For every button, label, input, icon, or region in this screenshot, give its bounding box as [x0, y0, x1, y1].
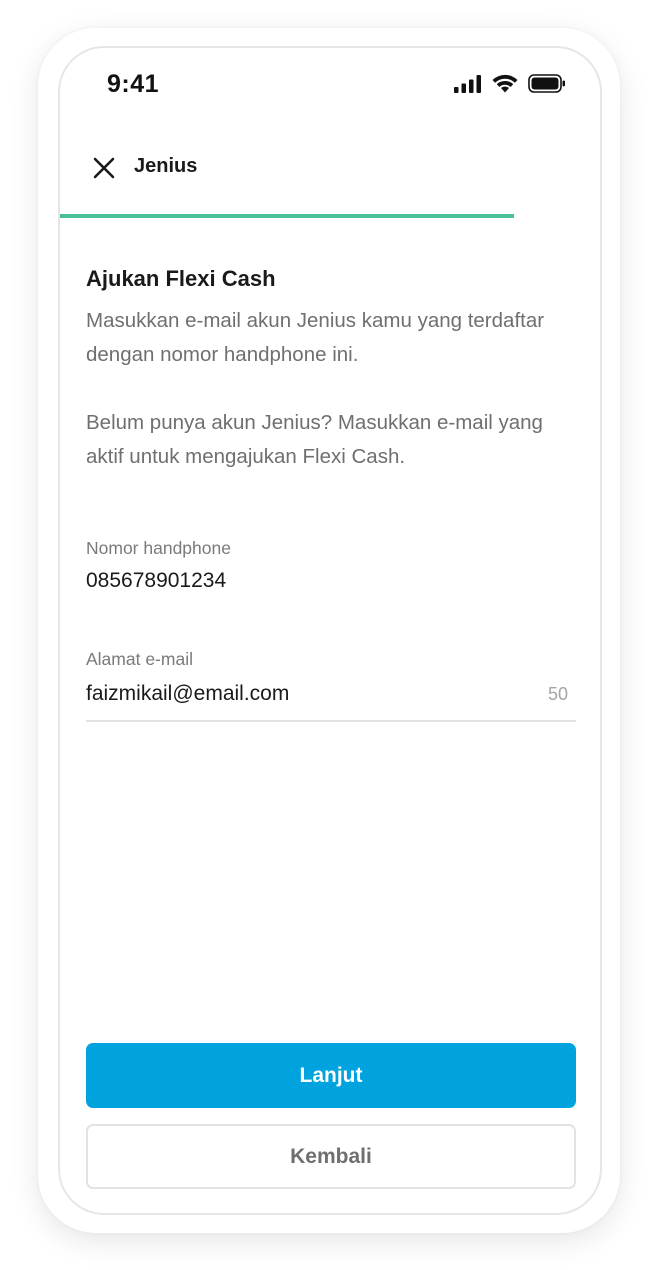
header-title: Jenius — [134, 155, 198, 177]
email-label: Alamat e-mail — [86, 649, 193, 669]
email-input[interactable]: faizmikail@email.com — [86, 680, 576, 708]
phone-field: Nomor handphone 085678901234 — [86, 538, 576, 593]
progress-fill — [60, 214, 514, 218]
signal-icon — [454, 74, 482, 98]
continue-button[interactable]: Lanjut — [86, 1043, 576, 1108]
wifi-icon — [492, 74, 518, 98]
back-button[interactable]: Kembali — [86, 1124, 576, 1189]
battery-icon — [528, 74, 566, 98]
email-input-row[interactable]: faizmikail@email.com 50 — [86, 680, 576, 722]
page-title: Ajukan Flexi Cash — [86, 266, 276, 291]
email-field: Alamat e-mail faizmikail@email.com 50 — [86, 649, 576, 722]
status-time: 9:41 — [107, 70, 160, 98]
progress-bar — [60, 214, 600, 218]
app-header: Jenius — [60, 140, 600, 196]
main-content: Ajukan Flexi Cash Masukkan e-mail akun J… — [86, 266, 576, 474]
phone-value: 085678901234 — [86, 569, 227, 592]
description-text: Masukkan e-mail akun Jenius kamu yang te… — [86, 309, 545, 366]
close-button[interactable] — [88, 152, 120, 184]
close-icon — [88, 157, 120, 188]
status-icons — [454, 74, 566, 98]
phone-label: Nomor handphone — [86, 538, 231, 558]
app-screen: 9:41 Jenius Ajukan Flexi Cash Masukkan e… — [58, 46, 602, 1215]
email-char-count: 50 — [547, 684, 568, 704]
no-account-text: Belum punya akun Jenius? Masukkan e-mail… — [86, 411, 543, 468]
